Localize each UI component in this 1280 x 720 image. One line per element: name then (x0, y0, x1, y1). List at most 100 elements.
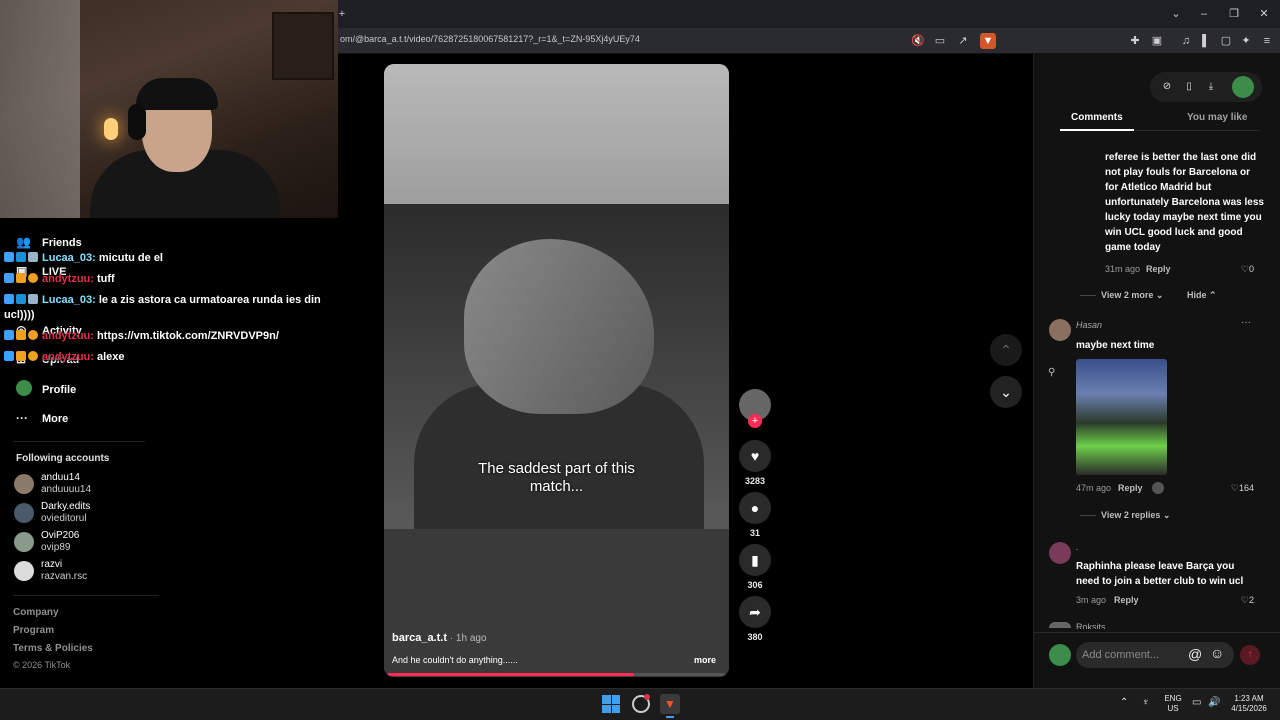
footer-company-link[interactable]: Company (13, 607, 59, 618)
language-code: ENG (1164, 694, 1182, 703)
like-count: 3283 (744, 476, 766, 486)
microphone-icon[interactable]: ♆ (1142, 698, 1150, 708)
following-account-anduu14[interactable]: anduu14 anduuuu14 (14, 472, 134, 498)
minimize-button[interactable]: – (1196, 6, 1212, 22)
restore-button[interactable]: ❐ (1226, 6, 1242, 22)
compass-icon[interactable]: ⊘ (1159, 79, 1175, 95)
commenter-name[interactable]: . (1076, 542, 1079, 552)
comment-button[interactable]: ● (739, 492, 771, 524)
system-clock[interactable]: 1:23 AM 4/15/2026 (1226, 694, 1272, 714)
sidebar-toggle-icon[interactable]: ▌ (1198, 33, 1214, 49)
following-account-ovip206[interactable]: OviP206 ovip89 (14, 530, 134, 556)
comment-input[interactable] (1082, 647, 1186, 663)
video-more-button[interactable]: more (694, 655, 716, 665)
chat-username: andytzuu: (42, 351, 94, 363)
commenter-name[interactable]: Hasan (1076, 320, 1102, 330)
comment-like-button[interactable]: ♡0 (1222, 264, 1254, 275)
chat-message: Lucaa_03: le a zis astora ca urmatoarea r… (4, 294, 321, 306)
commenter-avatar[interactable] (1049, 622, 1071, 628)
following-account-razvi[interactable]: razvi razvan.rsc (14, 559, 134, 585)
brave-taskbar-icon[interactable]: ▼ (660, 694, 680, 714)
start-button[interactable] (602, 695, 620, 713)
tab-you-may-like[interactable]: You may like (1187, 112, 1247, 123)
comment-like-count: 0 (1248, 264, 1254, 274)
cast-icon[interactable]: ▭ (932, 33, 948, 49)
comment-input-box[interactable]: @ ☺ (1076, 642, 1234, 668)
follow-plus-icon[interactable]: + (748, 414, 762, 428)
previous-video-button[interactable]: ⌃ (990, 334, 1022, 366)
reply-button[interactable]: Reply (1118, 483, 1143, 493)
chat-message: andytzuu: alexe (4, 351, 124, 363)
share-button[interactable]: ➦ (739, 596, 771, 628)
video-progress-bar[interactable] (388, 673, 725, 676)
comment-more-icon[interactable]: ··· (1241, 317, 1251, 328)
tab-list-chevron-icon[interactable]: ⌄ (1168, 6, 1184, 22)
url-field[interactable]: om/@barca_a.t.t/video/762872518006758121… (340, 34, 640, 44)
share-icon[interactable]: ↗ (955, 33, 971, 49)
device-icon[interactable]: ▯ (1181, 79, 1197, 95)
vpn-icon[interactable]: ▢ (1218, 33, 1234, 49)
hide-replies-button[interactable]: Hide ⌃ (1187, 290, 1217, 301)
following-account-darky[interactable]: Darky.edits ovieditorul (14, 501, 134, 527)
comment-like-button[interactable]: ♡2 (1222, 595, 1254, 606)
tab-comments[interactable]: Comments (1071, 112, 1123, 123)
comment-time: 47m ago (1076, 483, 1112, 493)
wallet-icon[interactable]: ▣ (1149, 33, 1165, 49)
media-icon[interactable]: ♫ (1178, 33, 1194, 49)
footer-terms-link[interactable]: Terms & Policies (13, 643, 93, 654)
mention-icon[interactable]: @ (1188, 646, 1202, 662)
author-name[interactable]: barca_a.t.t (392, 632, 447, 644)
user-avatar[interactable] (1232, 76, 1254, 98)
mute-icon[interactable]: 🔇 (910, 33, 926, 49)
comment-image[interactable] (1076, 359, 1167, 475)
chat-username: andytzuu: (42, 330, 94, 342)
download-icon[interactable]: ⤓ (1203, 79, 1219, 95)
comment-like-button[interactable]: ♡164 (1218, 483, 1254, 494)
close-window-button[interactable]: ✕ (1256, 6, 1272, 22)
account-handle: ovip89 (41, 542, 71, 553)
avatar (14, 561, 34, 581)
commenter-name[interactable]: Roksits (1076, 622, 1106, 629)
chat-badge-icon (4, 273, 14, 283)
chat-badge-icon (16, 273, 26, 283)
windows-logo-icon (611, 695, 620, 704)
network-icon[interactable]: ▭ (1192, 698, 1201, 708)
chat-username: andytzuu: (42, 273, 94, 285)
video-player[interactable]: The saddest part of this match... barca_… (384, 64, 729, 677)
nav-friends[interactable]: 👥 Friends (16, 233, 82, 251)
reply-button[interactable]: Reply (1114, 595, 1139, 605)
chat-message: andytzuu: https://vm.tiktok.com/ZNRVDVP9n… (4, 330, 279, 342)
share-count: 380 (747, 632, 763, 642)
pin-icon: ⚲ (1048, 367, 1056, 378)
commenter-avatar[interactable] (1049, 542, 1071, 564)
brave-shields-icon[interactable]: ▼ (980, 33, 996, 49)
view-replies-label: View 2 replies (1101, 510, 1161, 520)
reply-button[interactable]: Reply (1146, 264, 1171, 274)
heart-icon: ♥ (750, 448, 760, 464)
language-indicator[interactable]: ENG US (1163, 694, 1183, 714)
recording-indicator-icon (644, 694, 650, 700)
chat-text: le a zis astora ca urmatoarea runda ies … (98, 294, 321, 306)
menu-icon[interactable]: ≡ (1259, 33, 1275, 49)
user-avatar (1049, 644, 1071, 666)
comment-like-count: 2 (1248, 595, 1254, 605)
windows-logo-icon (602, 695, 611, 704)
leo-ai-icon[interactable]: ✦ (1238, 33, 1254, 49)
view-replies-button[interactable]: View 2 replies ⌄ (1101, 510, 1170, 521)
footer-program-link[interactable]: Program (13, 625, 54, 636)
save-button[interactable]: ▮ (739, 544, 771, 576)
send-comment-button[interactable]: ↑ (1240, 645, 1260, 665)
nav-profile[interactable]: Profile (16, 380, 76, 398)
commenter-avatar[interactable] (1049, 319, 1071, 341)
nav-more[interactable]: ··· More (16, 409, 68, 427)
like-button[interactable]: ♥ (739, 440, 771, 472)
video-author[interactable]: barca_a.t.t · 1h ago (392, 632, 487, 644)
heart-outline-icon: ♡ (1240, 264, 1249, 274)
view-more-replies-button[interactable]: View 2 more ⌄ (1101, 290, 1163, 301)
heart-outline-icon: ♡ (1240, 595, 1249, 605)
next-video-button[interactable]: ⌄ (990, 376, 1022, 408)
volume-icon[interactable]: 🔊 (1208, 698, 1220, 708)
tray-overflow-icon[interactable]: ⌃ (1120, 698, 1128, 708)
extensions-icon[interactable]: ✚ (1127, 33, 1143, 49)
emoji-icon[interactable]: ☺ (1210, 645, 1224, 661)
